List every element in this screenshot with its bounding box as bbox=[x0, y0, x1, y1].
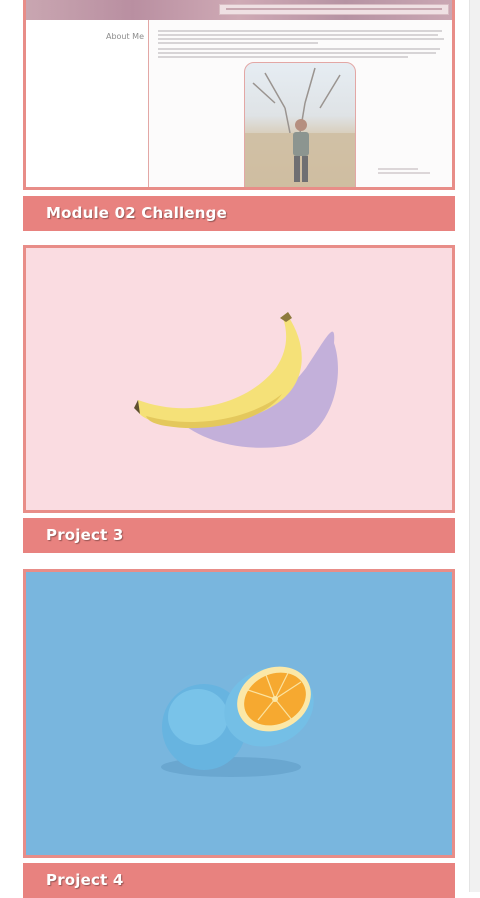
project-thumbnail[interactable] bbox=[23, 569, 455, 858]
orange-image bbox=[161, 666, 314, 777]
screenshot-section-heading: About Me bbox=[105, 32, 144, 41]
project-card-4[interactable]: Project 4 bbox=[23, 569, 455, 898]
screenshot-header-image bbox=[26, 0, 452, 20]
screenshot-portrait-photo bbox=[244, 62, 356, 187]
project-title-label[interactable]: Project 3 bbox=[23, 518, 455, 553]
screenshot-sidebar: About Me bbox=[26, 20, 149, 187]
banana-image bbox=[134, 312, 338, 448]
project-title-label[interactable]: Project 4 bbox=[23, 863, 455, 898]
screenshot-banner bbox=[219, 4, 449, 15]
project-title-label[interactable]: Module 02 Challenge bbox=[23, 196, 455, 231]
portrait-illustration bbox=[245, 67, 355, 187]
project-card-3[interactable]: Project 3 bbox=[23, 245, 455, 553]
page-scrollbar[interactable] bbox=[469, 0, 480, 892]
project-card-module-02[interactable]: About Me Module 02 Challenge bbox=[23, 0, 455, 231]
project-thumbnail[interactable] bbox=[23, 245, 455, 513]
project-thumbnail[interactable]: About Me bbox=[23, 0, 455, 190]
screenshot-content bbox=[152, 20, 448, 187]
